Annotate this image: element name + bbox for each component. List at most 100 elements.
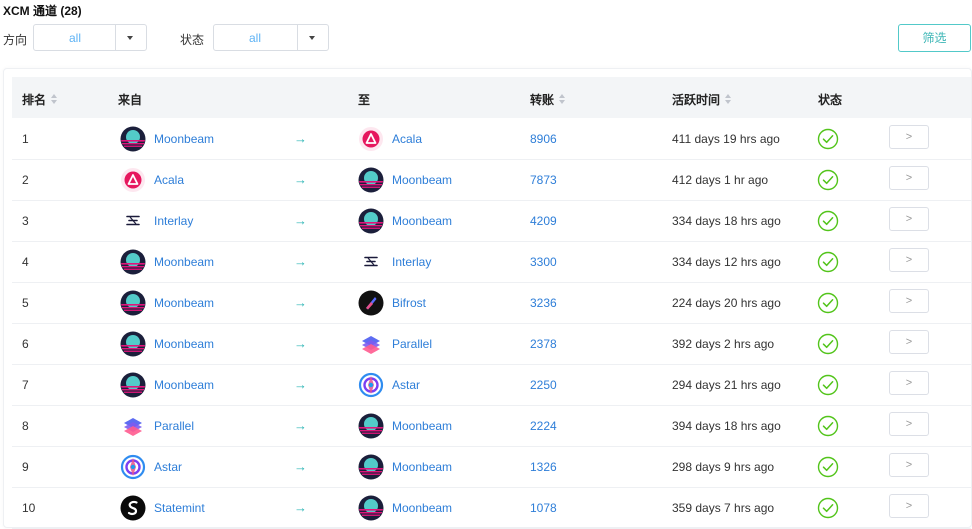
row-detail-button[interactable]: > xyxy=(889,207,929,231)
from-chain-name[interactable]: Interlay xyxy=(154,214,193,228)
column-transfers[interactable]: 转账 xyxy=(530,91,567,108)
sort-icon[interactable] xyxy=(725,93,733,106)
row-detail-button[interactable]: > xyxy=(889,453,929,477)
active-time-cell: 392 days 2 hrs ago xyxy=(672,337,775,351)
filter-button[interactable]: 筛选 xyxy=(898,24,971,52)
row-detail-button[interactable]: > xyxy=(889,494,929,518)
to-chain-name[interactable]: Moonbeam xyxy=(392,501,452,515)
statemint-icon xyxy=(120,495,146,521)
to-chain-name[interactable]: Moonbeam xyxy=(392,214,452,228)
arrow-right-icon: → xyxy=(294,418,307,433)
row-detail-button[interactable]: > xyxy=(889,166,929,190)
transfers-link[interactable]: 1078 xyxy=(530,501,557,515)
active-time-cell: 298 days 9 hrs ago xyxy=(672,460,775,474)
check-circle-icon xyxy=(817,497,839,519)
rank-cell: 3 xyxy=(22,214,29,228)
from-chain-name[interactable]: Moonbeam xyxy=(154,296,214,310)
from-chain-name[interactable]: Moonbeam xyxy=(154,337,214,351)
moonbeam-icon xyxy=(120,249,146,275)
table-row[interactable]: 6 Moonbeam → Parallel 2378 392 days 2 hr… xyxy=(12,323,971,365)
from-chain-name[interactable]: Acala xyxy=(154,173,184,187)
from-chain-name[interactable]: Moonbeam xyxy=(154,255,214,269)
chevron-right-icon: > xyxy=(905,254,913,266)
to-chain-name[interactable]: Bifrost xyxy=(392,296,426,310)
arrow-right-icon: → xyxy=(294,336,307,351)
direction-label: 方向 xyxy=(3,33,28,47)
moonbeam-icon xyxy=(120,331,146,357)
chevron-right-icon: > xyxy=(905,213,913,225)
table-header: 排名 来自 至 转账 活跃时间 状态 xyxy=(12,77,971,118)
row-detail-button[interactable]: > xyxy=(889,330,929,354)
to-chain-name[interactable]: Parallel xyxy=(392,337,432,351)
transfers-link[interactable]: 1326 xyxy=(530,460,557,474)
transfers-link[interactable]: 2378 xyxy=(530,337,557,351)
table-row[interactable]: 7 Moonbeam → Astar 2250 294 days 21 hrs … xyxy=(12,364,971,406)
column-from: 来自 xyxy=(118,93,143,107)
transfers-link[interactable]: 8906 xyxy=(530,132,557,146)
chevron-down-icon[interactable] xyxy=(297,25,328,50)
rank-cell: 8 xyxy=(22,419,29,433)
row-detail-button[interactable]: > xyxy=(889,125,929,149)
table-row[interactable]: 10 Statemint → Moonbeam 1078 359 days 7 … xyxy=(12,487,971,529)
chevron-right-icon: > xyxy=(905,131,913,143)
row-detail-button[interactable]: > xyxy=(889,289,929,313)
table-row[interactable]: 4 Moonbeam → Interlay 3300 334 days 12 h… xyxy=(12,241,971,283)
rank-cell: 6 xyxy=(22,337,29,351)
to-chain-name[interactable]: Astar xyxy=(392,378,420,392)
table-row[interactable]: 1 Moonbeam → Acala 8906 411 days 19 hrs … xyxy=(12,118,971,160)
to-chain-name[interactable]: Moonbeam xyxy=(392,460,452,474)
arrow-right-icon: → xyxy=(294,213,307,228)
moonbeam-icon xyxy=(358,495,384,521)
from-chain-name[interactable]: Moonbeam xyxy=(154,378,214,392)
check-circle-icon xyxy=(817,374,839,396)
check-circle-icon xyxy=(817,292,839,314)
transfers-link[interactable]: 4209 xyxy=(530,214,557,228)
arrow-right-icon: → xyxy=(294,131,307,146)
rank-cell: 5 xyxy=(22,296,29,310)
status-label: 状态 xyxy=(180,33,205,47)
from-chain-name[interactable]: Statemint xyxy=(154,501,205,515)
status-select[interactable]: all xyxy=(213,24,329,51)
table-row[interactable]: 8 Parallel → Moonbeam 2224 394 days 18 h… xyxy=(12,405,971,447)
row-detail-button[interactable]: > xyxy=(889,412,929,436)
chevron-right-icon: > xyxy=(905,295,913,307)
table-row[interactable]: 3 Interlay → Moonbeam 4209 334 days 18 h… xyxy=(12,200,971,242)
column-active-time[interactable]: 活跃时间 xyxy=(672,91,733,108)
interlay-icon xyxy=(120,208,146,234)
transfers-link[interactable]: 7873 xyxy=(530,173,557,187)
transfers-link[interactable]: 2224 xyxy=(530,419,557,433)
to-chain-name[interactable]: Acala xyxy=(392,132,422,146)
to-chain-name[interactable]: Moonbeam xyxy=(392,419,452,433)
chevron-right-icon: > xyxy=(905,377,913,389)
sort-icon[interactable] xyxy=(559,93,567,106)
interlay-icon xyxy=(358,249,384,275)
direction-select[interactable]: all xyxy=(33,24,147,51)
chevron-down-icon[interactable] xyxy=(115,25,146,50)
parallel-icon xyxy=(358,331,384,357)
arrow-right-icon: → xyxy=(294,172,307,187)
moonbeam-icon xyxy=(358,208,384,234)
check-circle-icon xyxy=(817,169,839,191)
arrow-right-icon: → xyxy=(294,254,307,269)
active-time-cell: 334 days 12 hrs ago xyxy=(672,255,781,269)
table-row[interactable]: 5 Moonbeam → Bifrost 3236 224 days 20 hr… xyxy=(12,282,971,324)
sort-icon[interactable] xyxy=(51,93,59,106)
row-detail-button[interactable]: > xyxy=(889,371,929,395)
rank-cell: 10 xyxy=(22,501,36,515)
from-chain-name[interactable]: Parallel xyxy=(154,419,194,433)
to-chain-name[interactable]: Interlay xyxy=(392,255,431,269)
to-chain-name[interactable]: Moonbeam xyxy=(392,173,452,187)
table-row[interactable]: 9 Astar → Moonbeam 1326 298 days 9 hrs a… xyxy=(12,446,971,488)
from-chain-name[interactable]: Astar xyxy=(154,460,182,474)
from-chain-name[interactable]: Moonbeam xyxy=(154,132,214,146)
chevron-right-icon: > xyxy=(905,500,913,512)
moonbeam-icon xyxy=(358,413,384,439)
row-detail-button[interactable]: > xyxy=(889,248,929,272)
transfers-link[interactable]: 3300 xyxy=(530,255,557,269)
active-time-cell: 412 days 1 hr ago xyxy=(672,173,769,187)
column-rank[interactable]: 排名 xyxy=(22,91,59,108)
table-row[interactable]: 2 Acala → Moonbeam 7873 412 days 1 hr ag… xyxy=(12,159,971,201)
active-time-cell: 334 days 18 hrs ago xyxy=(672,214,781,228)
transfers-link[interactable]: 2250 xyxy=(530,378,557,392)
transfers-link[interactable]: 3236 xyxy=(530,296,557,310)
